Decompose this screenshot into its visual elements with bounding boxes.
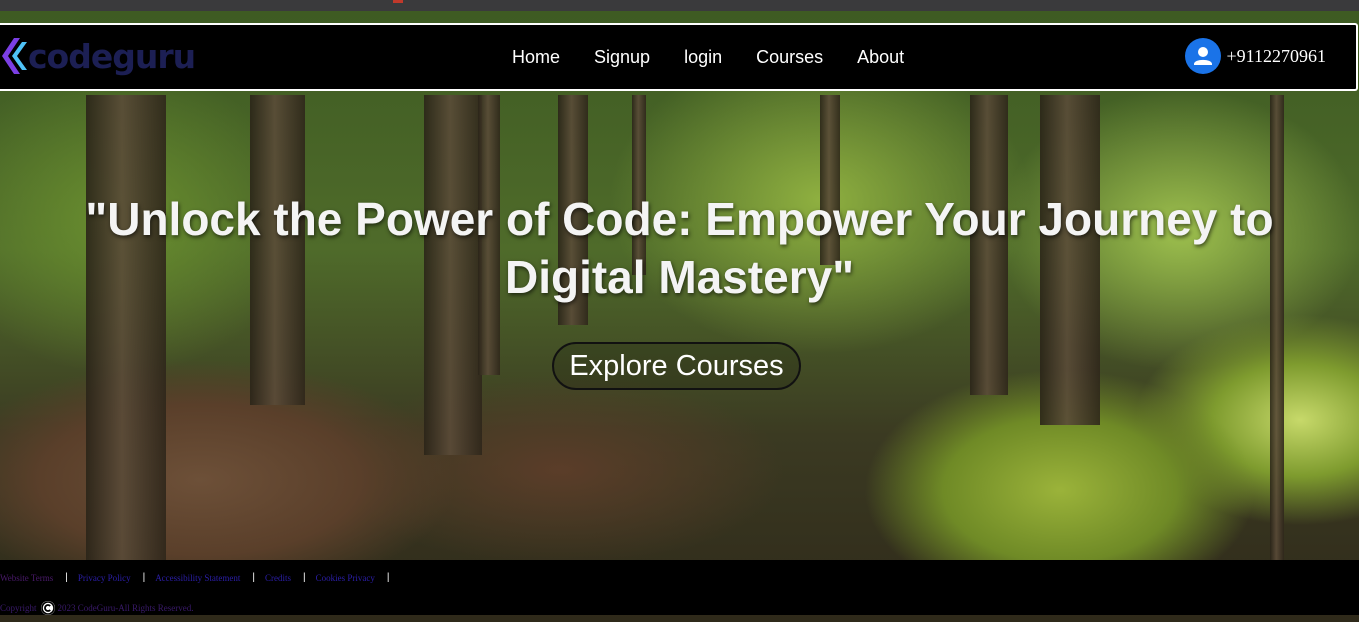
main-nav: Home Signup login Courses About [512,25,938,89]
footer-links: Website Terms | Privacy Policy | Accessi… [0,572,400,583]
phone-number: +9112270961 [1226,45,1326,66]
footer-link-privacy-policy[interactable]: Privacy Policy [78,573,131,583]
contact-info[interactable]: +9112270961 [1184,38,1326,74]
nav-link-courses[interactable]: Courses [756,47,823,68]
footer-separator: | [303,572,306,583]
nav-link-about[interactable]: About [857,47,904,68]
nav-link-login[interactable]: login [684,47,722,68]
footer-link-website-terms[interactable]: Website Terms [0,573,53,583]
footer-link-accessibility-statement[interactable]: Accessibility Statement [155,573,240,583]
copyright-text: 2023 CodeGuru-All Rights Reserved. [57,603,194,613]
user-circle-icon [1184,38,1221,74]
codeguru-logo-icon [0,34,28,78]
copyright-label: Copyright [0,603,37,613]
explore-courses-button[interactable]: Explore Courses [552,342,801,390]
copyright-icon [40,601,55,615]
nav-link-home[interactable]: Home [512,47,560,68]
hero-title-line-2: Digital Mastery" [504,251,855,303]
footer-separator: | [386,572,390,583]
footer-link-credits[interactable]: Credits [265,573,291,583]
footer-separator: | [65,572,68,583]
logo-text: codeguru [28,36,196,76]
browser-top-strip [0,0,1359,11]
site-logo[interactable]: codeguru [0,31,196,81]
footer-separator: | [142,572,146,583]
nav-link-signup[interactable]: Signup [594,47,650,68]
footer-separator: | [252,572,256,583]
navbar: codeguru Home Signup login Courses About… [0,23,1358,91]
hero-background-image [0,0,1359,622]
hero-title: "Unlock the Power of Code: Empower Your … [0,190,1359,306]
footer: Website Terms | Privacy Policy | Accessi… [0,560,1359,615]
footer-link-cookies-privacy[interactable]: Cookies Privacy [316,573,375,583]
copyright: Copyright 2023 CodeGuru-All Rights Reser… [0,601,194,615]
hero-title-line-1: "Unlock the Power of Code: Empower Your … [85,193,1274,245]
